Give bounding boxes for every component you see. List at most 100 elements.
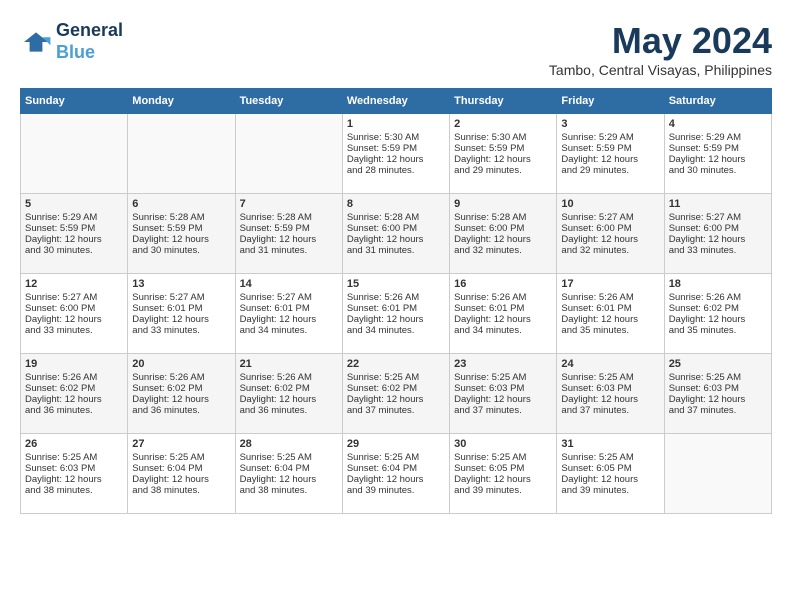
calendar-cell: 4Sunrise: 5:29 AMSunset: 5:59 PMDaylight… bbox=[664, 114, 771, 194]
cell-text: and 30 minutes. bbox=[25, 245, 123, 256]
cell-text: Daylight: 12 hours bbox=[454, 154, 552, 165]
cell-text: and 31 minutes. bbox=[240, 245, 338, 256]
cell-text: Daylight: 12 hours bbox=[669, 394, 767, 405]
cell-text: Daylight: 12 hours bbox=[347, 474, 445, 485]
header-row: Sunday Monday Tuesday Wednesday Thursday… bbox=[21, 89, 772, 114]
cell-text: Daylight: 12 hours bbox=[347, 314, 445, 325]
cell-text: Sunset: 6:05 PM bbox=[454, 463, 552, 474]
calendar-week-4: 19Sunrise: 5:26 AMSunset: 6:02 PMDayligh… bbox=[21, 354, 772, 434]
cell-text: Daylight: 12 hours bbox=[454, 234, 552, 245]
calendar-cell: 3Sunrise: 5:29 AMSunset: 5:59 PMDaylight… bbox=[557, 114, 664, 194]
cell-text: and 30 minutes. bbox=[132, 245, 230, 256]
cell-text: Sunrise: 5:25 AM bbox=[240, 452, 338, 463]
day-number: 5 bbox=[25, 198, 123, 210]
calendar-cell: 15Sunrise: 5:26 AMSunset: 6:01 PMDayligh… bbox=[342, 274, 449, 354]
cell-text: Sunset: 6:01 PM bbox=[561, 303, 659, 314]
calendar-cell: 7Sunrise: 5:28 AMSunset: 5:59 PMDaylight… bbox=[235, 194, 342, 274]
cell-text: Sunset: 6:01 PM bbox=[132, 303, 230, 314]
location-subtitle: Tambo, Central Visayas, Philippines bbox=[549, 62, 772, 78]
cell-text: Sunrise: 5:30 AM bbox=[454, 132, 552, 143]
day-number: 6 bbox=[132, 198, 230, 210]
cell-text: and 32 minutes. bbox=[561, 245, 659, 256]
calendar-cell: 28Sunrise: 5:25 AMSunset: 6:04 PMDayligh… bbox=[235, 434, 342, 514]
cell-text: Sunset: 6:02 PM bbox=[669, 303, 767, 314]
header-saturday: Saturday bbox=[664, 89, 771, 114]
calendar-week-2: 5Sunrise: 5:29 AMSunset: 5:59 PMDaylight… bbox=[21, 194, 772, 274]
cell-text: Sunrise: 5:29 AM bbox=[561, 132, 659, 143]
cell-text: Sunset: 6:00 PM bbox=[454, 223, 552, 234]
calendar-cell bbox=[664, 434, 771, 514]
cell-text: Daylight: 12 hours bbox=[561, 314, 659, 325]
calendar-cell: 12Sunrise: 5:27 AMSunset: 6:00 PMDayligh… bbox=[21, 274, 128, 354]
day-number: 29 bbox=[347, 438, 445, 450]
cell-text: Sunrise: 5:25 AM bbox=[25, 452, 123, 463]
calendar-cell: 16Sunrise: 5:26 AMSunset: 6:01 PMDayligh… bbox=[450, 274, 557, 354]
calendar-cell: 30Sunrise: 5:25 AMSunset: 6:05 PMDayligh… bbox=[450, 434, 557, 514]
logo-line2: Blue bbox=[56, 42, 95, 62]
day-number: 24 bbox=[561, 358, 659, 370]
cell-text: Sunset: 6:01 PM bbox=[240, 303, 338, 314]
cell-text: and 35 minutes. bbox=[561, 325, 659, 336]
cell-text: and 38 minutes. bbox=[25, 485, 123, 496]
cell-text: Daylight: 12 hours bbox=[561, 394, 659, 405]
header-thursday: Thursday bbox=[450, 89, 557, 114]
cell-text: Sunset: 6:00 PM bbox=[561, 223, 659, 234]
calendar-cell: 20Sunrise: 5:26 AMSunset: 6:02 PMDayligh… bbox=[128, 354, 235, 434]
cell-text: Daylight: 12 hours bbox=[454, 394, 552, 405]
header-sunday: Sunday bbox=[21, 89, 128, 114]
cell-text: and 32 minutes. bbox=[454, 245, 552, 256]
header-wednesday: Wednesday bbox=[342, 89, 449, 114]
day-number: 13 bbox=[132, 278, 230, 290]
cell-text: Sunset: 5:59 PM bbox=[240, 223, 338, 234]
day-number: 21 bbox=[240, 358, 338, 370]
cell-text: Sunset: 6:03 PM bbox=[669, 383, 767, 394]
cell-text: Sunrise: 5:26 AM bbox=[240, 372, 338, 383]
day-number: 19 bbox=[25, 358, 123, 370]
logo-text: General Blue bbox=[56, 20, 123, 63]
month-title: May 2024 bbox=[549, 20, 772, 62]
cell-text: Sunrise: 5:26 AM bbox=[132, 372, 230, 383]
cell-text: Sunset: 6:04 PM bbox=[132, 463, 230, 474]
cell-text: Daylight: 12 hours bbox=[240, 394, 338, 405]
day-number: 12 bbox=[25, 278, 123, 290]
calendar-cell: 11Sunrise: 5:27 AMSunset: 6:00 PMDayligh… bbox=[664, 194, 771, 274]
cell-text: Daylight: 12 hours bbox=[669, 234, 767, 245]
cell-text: Daylight: 12 hours bbox=[347, 394, 445, 405]
cell-text: and 31 minutes. bbox=[347, 245, 445, 256]
cell-text: Sunset: 6:03 PM bbox=[25, 463, 123, 474]
day-number: 18 bbox=[669, 278, 767, 290]
cell-text: Daylight: 12 hours bbox=[25, 314, 123, 325]
cell-text: Sunrise: 5:25 AM bbox=[669, 372, 767, 383]
day-number: 10 bbox=[561, 198, 659, 210]
cell-text: Sunrise: 5:26 AM bbox=[347, 292, 445, 303]
cell-text: and 36 minutes. bbox=[25, 405, 123, 416]
cell-text: Sunset: 6:02 PM bbox=[347, 383, 445, 394]
cell-text: Sunrise: 5:29 AM bbox=[669, 132, 767, 143]
calendar-table: Sunday Monday Tuesday Wednesday Thursday… bbox=[20, 88, 772, 514]
cell-text: Daylight: 12 hours bbox=[25, 234, 123, 245]
header-friday: Friday bbox=[557, 89, 664, 114]
cell-text: Sunrise: 5:30 AM bbox=[347, 132, 445, 143]
cell-text: and 37 minutes. bbox=[347, 405, 445, 416]
calendar-cell: 19Sunrise: 5:26 AMSunset: 6:02 PMDayligh… bbox=[21, 354, 128, 434]
cell-text: Daylight: 12 hours bbox=[240, 234, 338, 245]
cell-text: Sunset: 6:04 PM bbox=[240, 463, 338, 474]
cell-text: and 33 minutes. bbox=[669, 245, 767, 256]
cell-text: and 30 minutes. bbox=[669, 165, 767, 176]
cell-text: Daylight: 12 hours bbox=[240, 474, 338, 485]
cell-text: and 29 minutes. bbox=[561, 165, 659, 176]
cell-text: Sunrise: 5:26 AM bbox=[454, 292, 552, 303]
cell-text: Sunset: 5:59 PM bbox=[25, 223, 123, 234]
cell-text: Sunrise: 5:26 AM bbox=[669, 292, 767, 303]
cell-text: Daylight: 12 hours bbox=[347, 234, 445, 245]
cell-text: and 38 minutes. bbox=[240, 485, 338, 496]
cell-text: Sunrise: 5:25 AM bbox=[347, 452, 445, 463]
cell-text: Sunset: 5:59 PM bbox=[561, 143, 659, 154]
calendar-cell: 2Sunrise: 5:30 AMSunset: 5:59 PMDaylight… bbox=[450, 114, 557, 194]
cell-text: and 39 minutes. bbox=[454, 485, 552, 496]
cell-text: Daylight: 12 hours bbox=[132, 234, 230, 245]
day-number: 27 bbox=[132, 438, 230, 450]
page-header: General Blue May 2024 Tambo, Central Vis… bbox=[20, 20, 772, 78]
calendar-cell: 31Sunrise: 5:25 AMSunset: 6:05 PMDayligh… bbox=[557, 434, 664, 514]
header-tuesday: Tuesday bbox=[235, 89, 342, 114]
